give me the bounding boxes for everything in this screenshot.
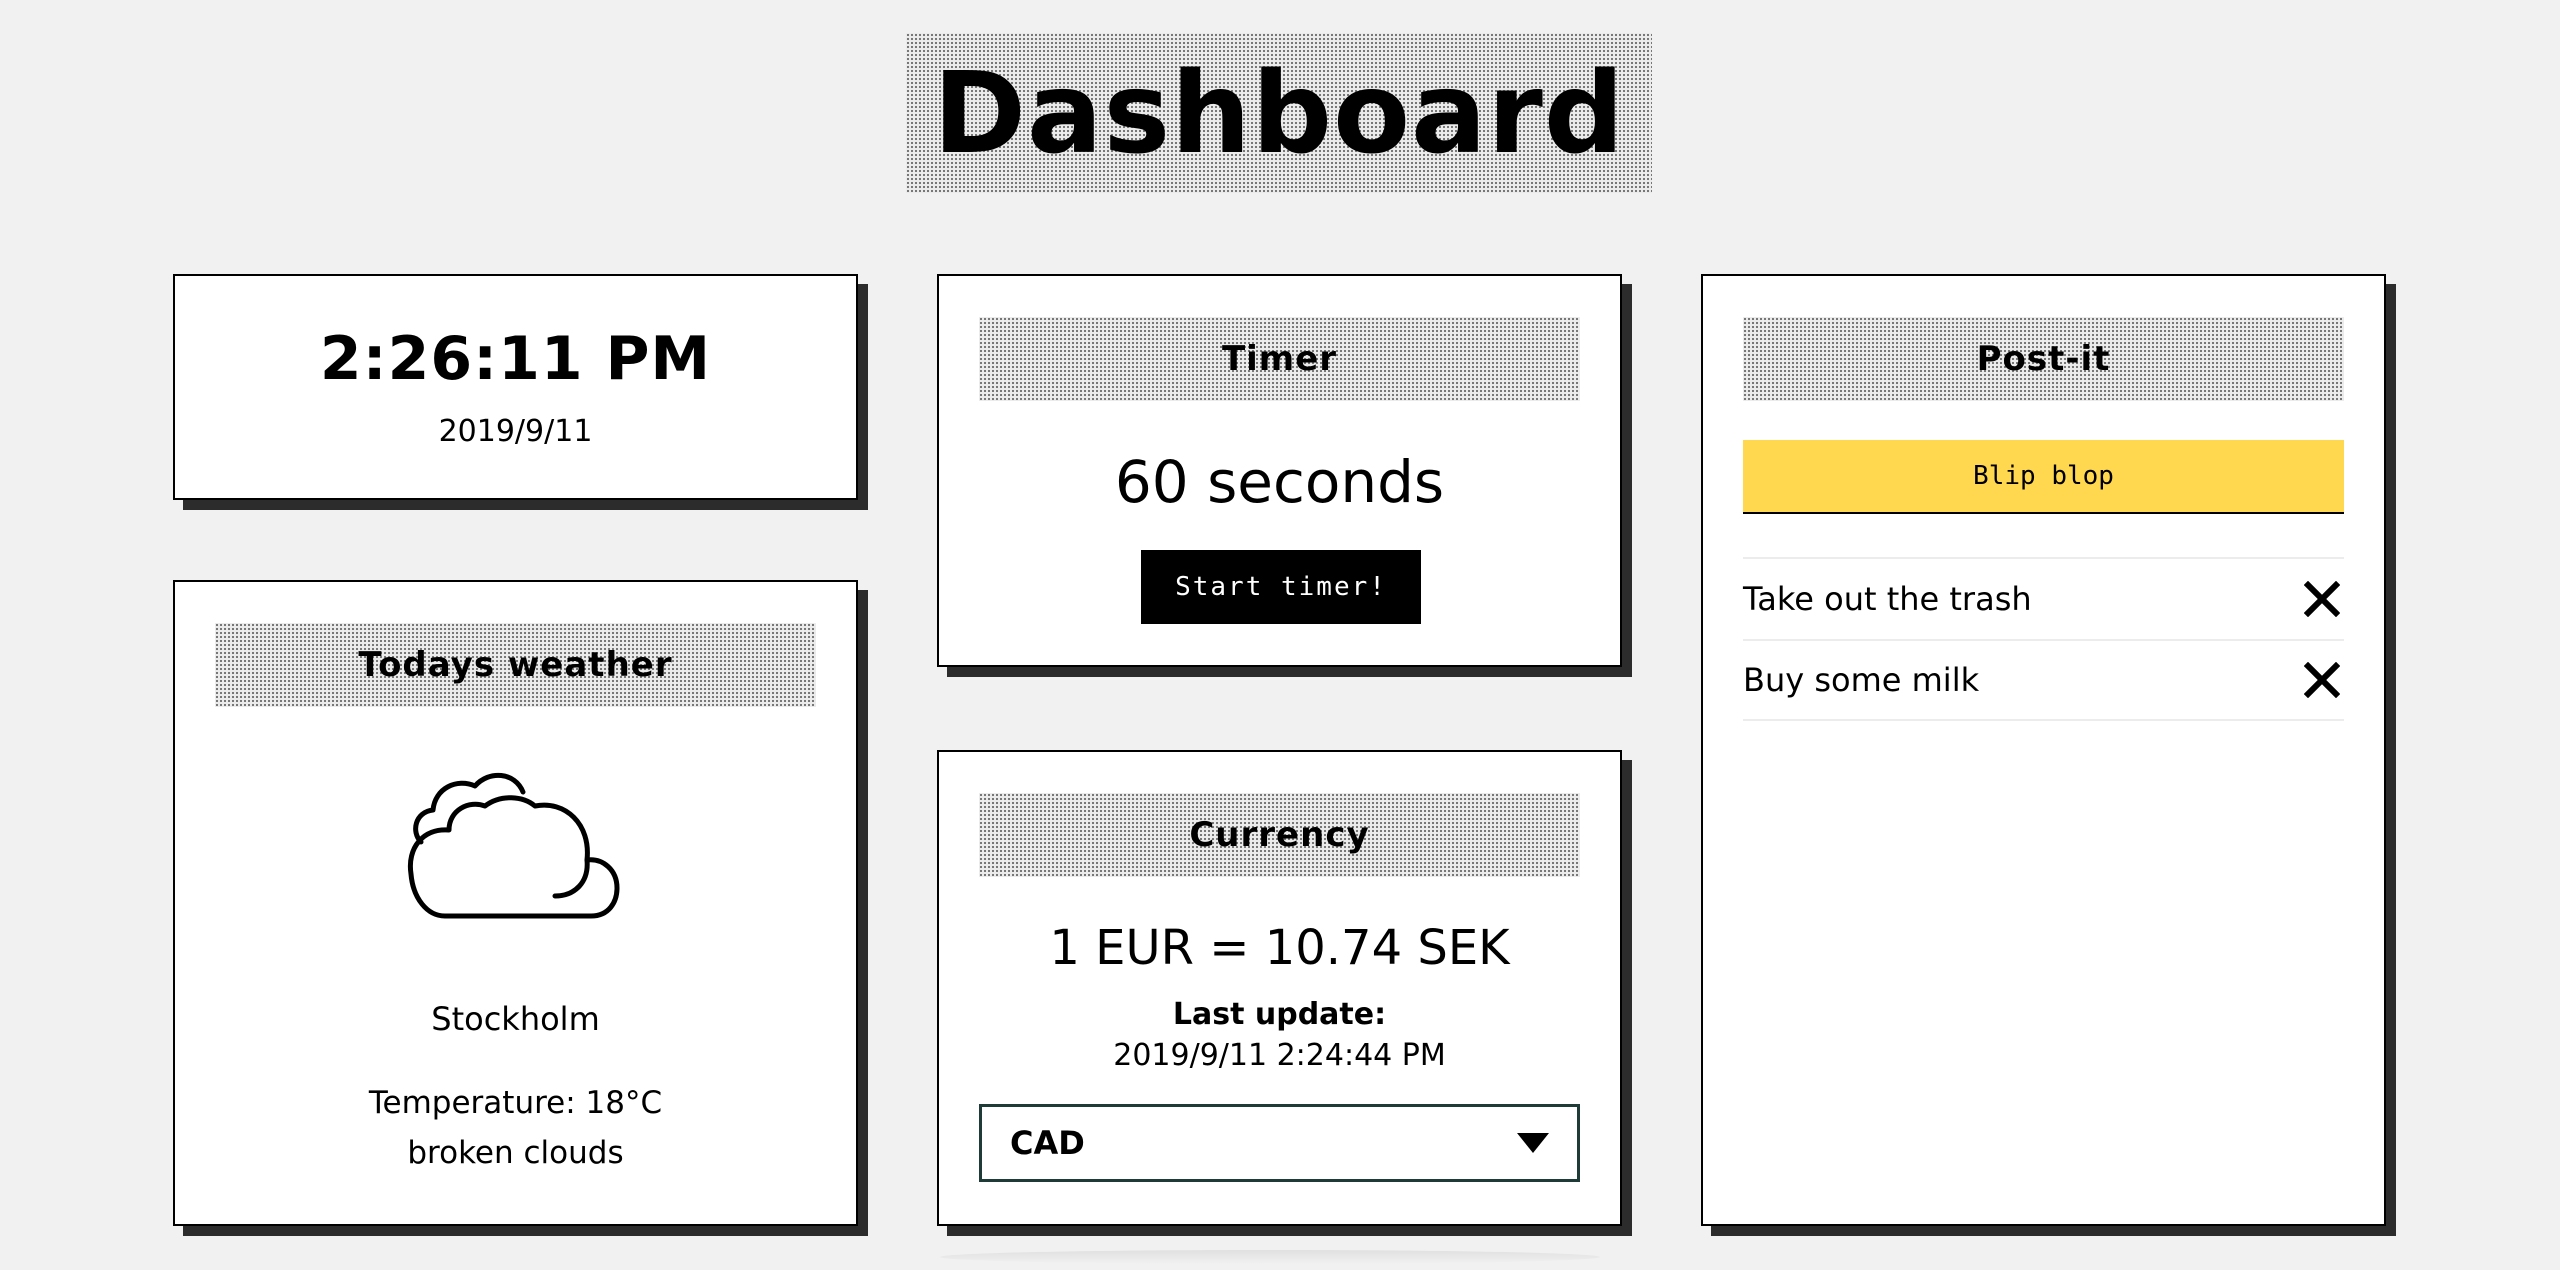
postit-card: Post-it Blip blop Take out the trash Buy… [1701,274,2386,1226]
timer-card: Timer 60 seconds Start timer! [937,274,1622,667]
page-title: Dashboard [932,49,1626,179]
currency-header-label: Currency [1189,815,1370,855]
currency-header: Currency [979,793,1580,877]
todo-list: Take out the trash Buy some milk [1743,557,2344,721]
timer-header: Timer [979,317,1580,401]
currency-last-update-label: Last update: [1172,997,1387,1032]
weather-description: broken clouds [407,1135,624,1171]
list-item: Take out the trash [1743,557,2344,639]
todo-item-text: Take out the trash [1743,580,2032,618]
timer-display: 60 seconds [1114,448,1445,516]
currency-card: Currency 1 EUR = 10.74 SEK Last update: … [937,750,1622,1226]
currency-select-value: CAD [1010,1124,1085,1162]
start-timer-button[interactable]: Start timer! [1141,550,1421,624]
bottom-shadow [940,1250,1600,1264]
close-icon[interactable] [2300,577,2344,621]
currency-rate: 1 EUR = 10.74 SEK [1049,920,1510,976]
weather-header: Todays weather [215,623,816,707]
weather-header-label: Todays weather [358,645,673,685]
clock-time: 2:26:11 PM [319,324,712,394]
todo-item-text: Buy some milk [1743,661,1980,699]
cloud-icon [405,770,620,920]
currency-last-update-value: 2019/9/11 2:24:44 PM [1113,1038,1446,1073]
timer-header-label: Timer [1221,339,1338,379]
list-item: Buy some milk [1743,639,2344,721]
postit-header: Post-it [1743,317,2344,401]
clock-date: 2019/9/11 [438,414,593,449]
weather-temperature: Temperature: 18°C [368,1085,663,1121]
weather-card: Todays weather Stockholm Temperature: 18… [173,580,858,1226]
close-icon[interactable] [2300,658,2344,702]
postit-header-label: Post-it [1976,339,2111,379]
postit-input[interactable]: Blip blop [1743,440,2344,514]
postit-input-value: Blip blop [1973,461,2114,491]
page-title-banner: Dashboard [906,33,1652,193]
weather-city: Stockholm [431,1000,600,1038]
chevron-down-icon [1517,1133,1549,1153]
clock-card: 2:26:11 PM 2019/9/11 [173,274,858,500]
currency-select[interactable]: CAD [979,1104,1580,1182]
